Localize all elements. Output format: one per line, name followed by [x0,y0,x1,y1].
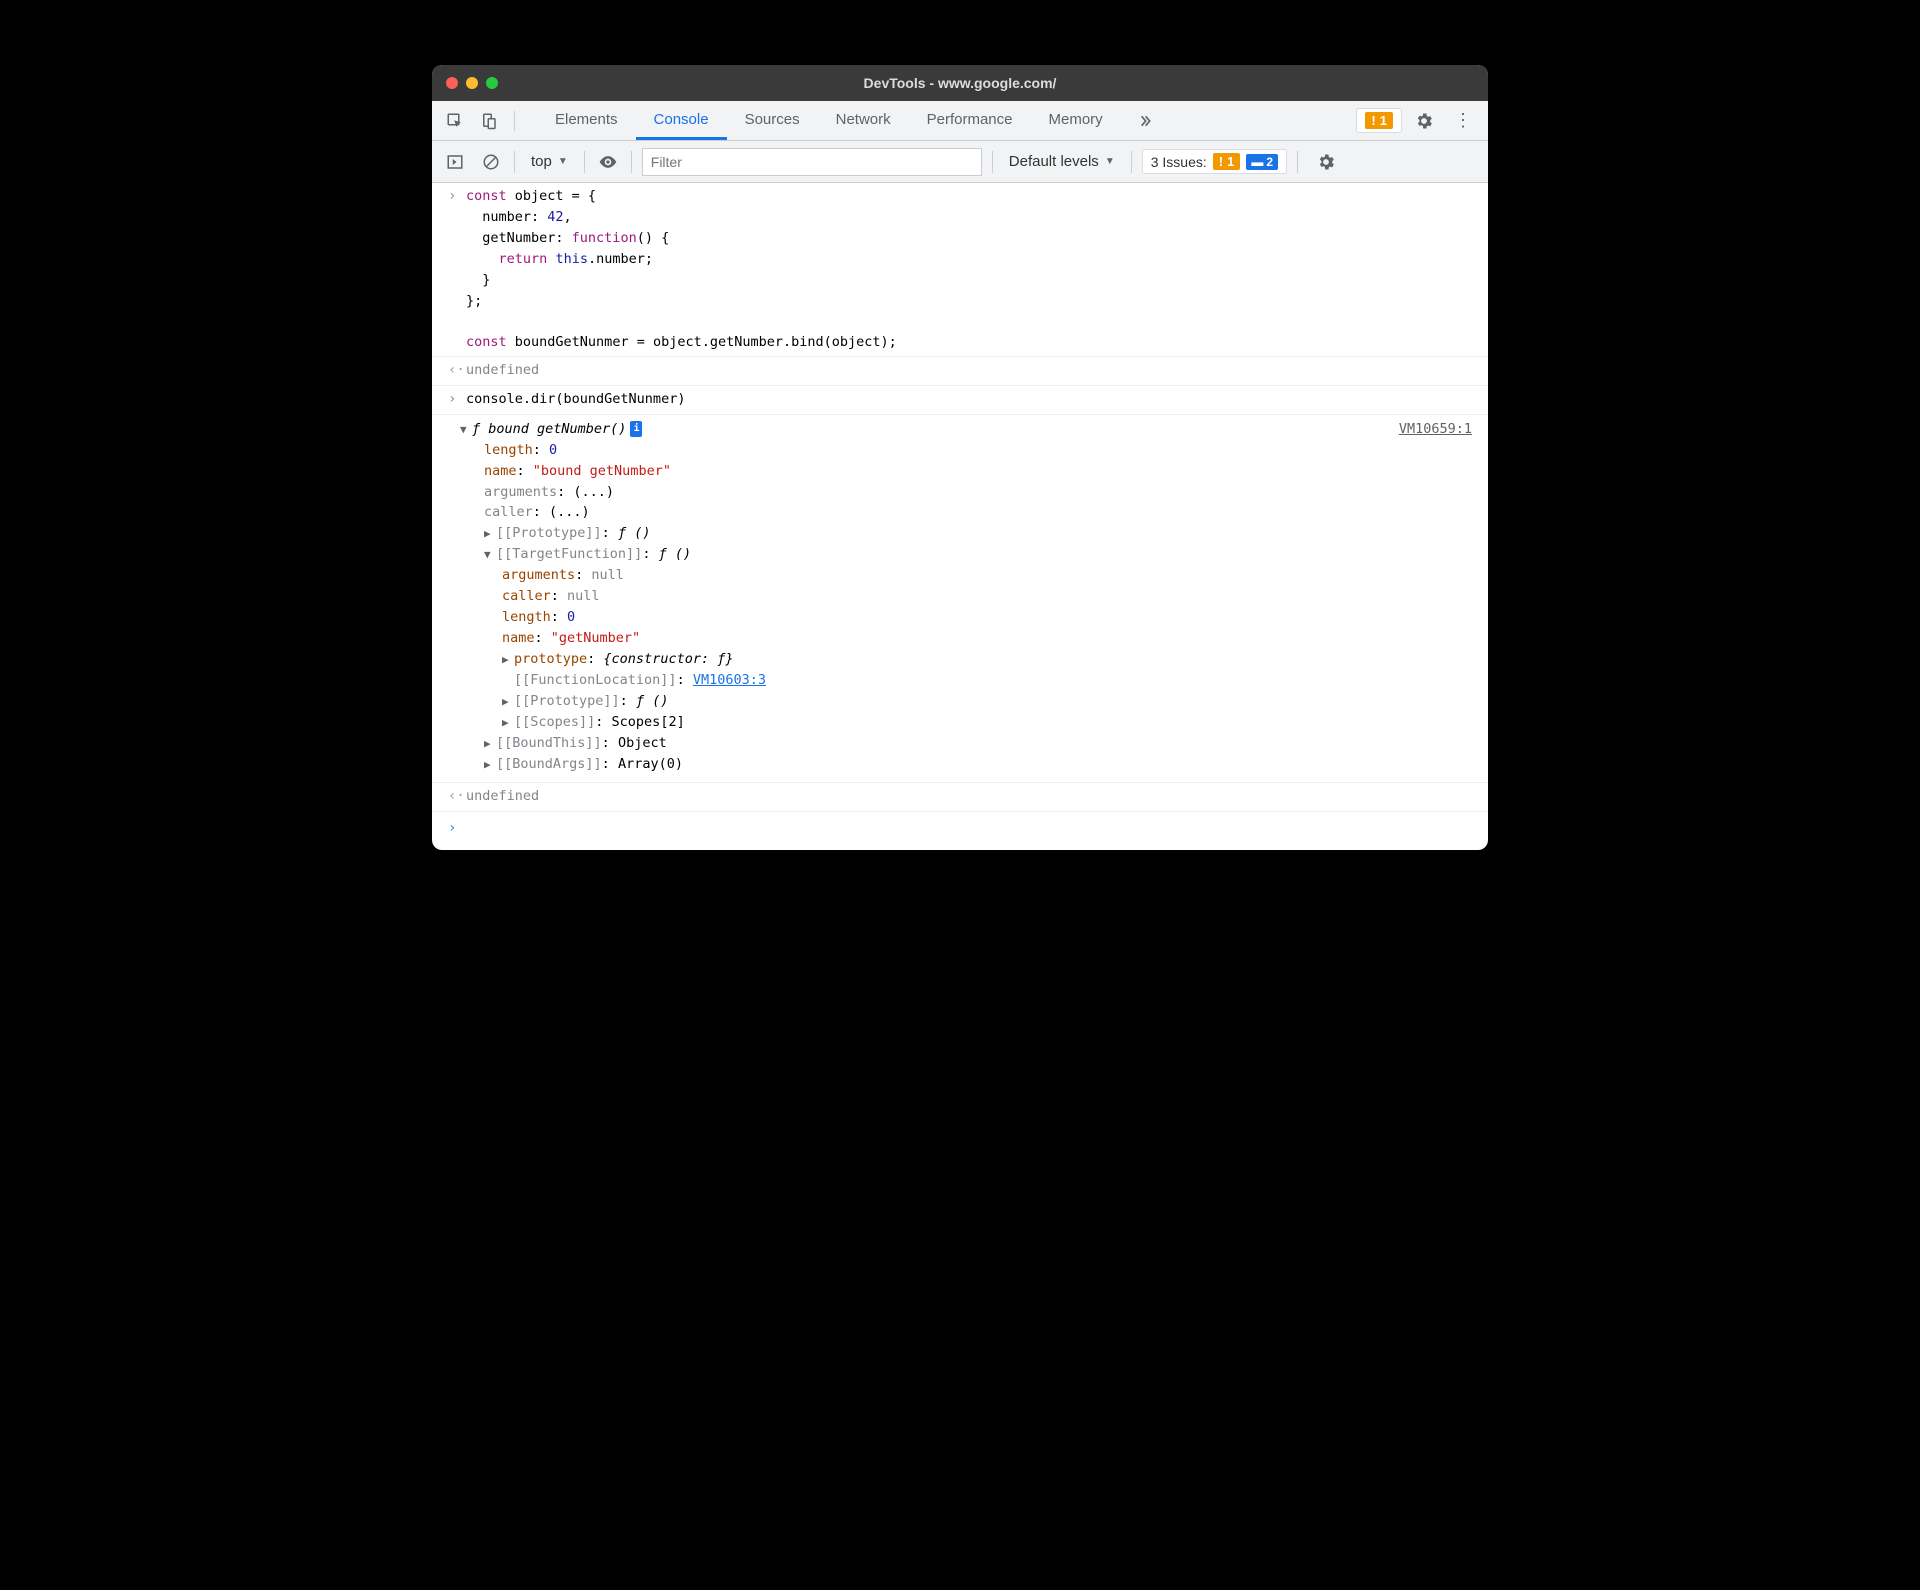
result-undefined: undefined [466,360,1476,382]
tree-prop[interactable]: ▶[[BoundThis]]: Object [460,733,1476,754]
warnings-badge[interactable]: !1 [1356,108,1402,133]
tab-network[interactable]: Network [818,101,909,140]
vm-link[interactable]: VM10659:1 [1399,419,1472,440]
tab-performance[interactable]: Performance [909,101,1031,140]
tree-prop[interactable]: caller: null [460,586,1476,607]
function-header: ƒ bound getNumber() [472,419,626,440]
console-input-row[interactable]: › const object = { number: 42, getNumber… [432,183,1488,357]
prompt-icon: › [448,818,466,840]
maximize-window-button[interactable] [486,77,498,89]
traffic-lights [446,77,498,89]
settings-icon[interactable] [1406,111,1442,131]
device-toggle-icon[interactable] [474,106,504,136]
separator [631,151,632,173]
tree-prop[interactable]: [[FunctionLocation]]: VM10603:3 [460,670,1476,691]
tab-console[interactable]: Console [636,101,727,140]
log-levels-selector[interactable]: Default levels ▼ [1003,153,1121,170]
separator [1297,151,1298,173]
console-prompt[interactable]: › [432,812,1488,850]
return-icon: ‹· [448,360,466,382]
code-line: console.dir(boundGetNunmer) [466,389,1476,411]
console-input-row[interactable]: › console.dir(boundGetNunmer) [432,386,1488,415]
expand-icon[interactable]: ▶ [484,525,496,542]
separator [514,151,515,173]
tree-prop[interactable]: length: 0 [460,607,1476,628]
console-result-row: ‹· undefined [432,783,1488,812]
issues-counter[interactable]: 3 Issues: !1 ▬2 [1142,149,1287,174]
window-title: DevTools - www.google.com/ [432,75,1488,91]
expand-icon[interactable]: ▼ [484,546,496,563]
tree-prop[interactable]: ▶[[Scopes]]: Scopes[2] [460,712,1476,733]
chevron-down-icon: ▼ [1105,156,1115,167]
expand-icon[interactable]: ▶ [502,693,514,710]
divider [514,111,515,131]
console-toolbar: top ▼ Default levels ▼ 3 Issues: !1 ▬2 [432,141,1488,183]
separator [992,151,993,173]
chevron-down-icon: ▼ [558,156,568,167]
result-undefined: undefined [466,786,1476,808]
prompt-icon: › [448,389,466,411]
titlebar: DevTools - www.google.com/ [432,65,1488,101]
tree-prop[interactable]: arguments: (...) [460,482,1476,503]
issues-label: 3 Issues: [1151,154,1207,170]
function-location-link[interactable]: VM10603:3 [693,672,766,688]
tree-prop[interactable]: ▶[[Prototype]]: ƒ () [460,691,1476,712]
tree-prop[interactable]: ▼[[TargetFunction]]: ƒ () [460,544,1476,565]
tab-elements[interactable]: Elements [537,101,636,140]
tree-prop[interactable]: name: "bound getNumber" [460,461,1476,482]
tree-prop[interactable]: ▶[[Prototype]]: ƒ () [460,523,1476,544]
tab-sources[interactable]: Sources [727,101,818,140]
console-dir-output: ▼ ƒ bound getNumber() i VM10659:1 length… [432,415,1488,784]
return-icon: ‹· [448,786,466,808]
expand-icon[interactable]: ▶ [484,756,496,773]
tree-prop[interactable]: ▶prototype: {constructor: ƒ} [460,649,1476,670]
expand-icon[interactable]: ▶ [484,735,496,752]
tabbar: Elements Console Sources Network Perform… [432,101,1488,141]
tree-prop[interactable]: name: "getNumber" [460,628,1476,649]
tree-prop[interactable]: length: 0 [460,440,1476,461]
inspect-icon[interactable] [440,106,470,136]
tab-memory[interactable]: Memory [1031,101,1121,140]
minimize-window-button[interactable] [466,77,478,89]
clear-console-icon[interactable] [478,149,504,175]
tree-prop[interactable]: arguments: null [460,565,1476,586]
more-tabs-icon[interactable] [1125,113,1165,129]
console-result-row: ‹· undefined [432,357,1488,386]
expand-icon[interactable]: ▶ [502,651,514,668]
prompt-icon: › [448,186,466,353]
tree-header[interactable]: ▼ ƒ bound getNumber() i VM10659:1 [460,419,1476,440]
context-selector[interactable]: top ▼ [525,153,574,170]
close-window-button[interactable] [446,77,458,89]
expand-icon[interactable]: ▼ [460,421,472,438]
tree-prop[interactable]: ▶[[BoundArgs]]: Array(0) [460,754,1476,775]
prompt-input[interactable] [466,818,1476,840]
levels-label: Default levels [1009,153,1099,170]
filter-input[interactable] [642,148,982,176]
expand-icon[interactable]: ▶ [502,714,514,731]
devtools-window: DevTools - www.google.com/ Elements Cons… [432,65,1488,850]
separator [584,151,585,173]
live-expression-icon[interactable] [595,149,621,175]
info-badge-icon[interactable]: i [630,421,642,437]
tree-prop[interactable]: caller: (...) [460,502,1476,523]
code-block: const object = { number: 42, getNumber: … [466,186,1476,353]
context-label: top [531,153,552,170]
panel-tabs: Elements Console Sources Network Perform… [537,101,1121,140]
console-output: › const object = { number: 42, getNumber… [432,183,1488,850]
kebab-menu-icon[interactable]: ⋮ [1446,110,1480,131]
separator [1131,151,1132,173]
sidebar-toggle-icon[interactable] [442,149,468,175]
console-settings-icon[interactable] [1308,152,1344,172]
